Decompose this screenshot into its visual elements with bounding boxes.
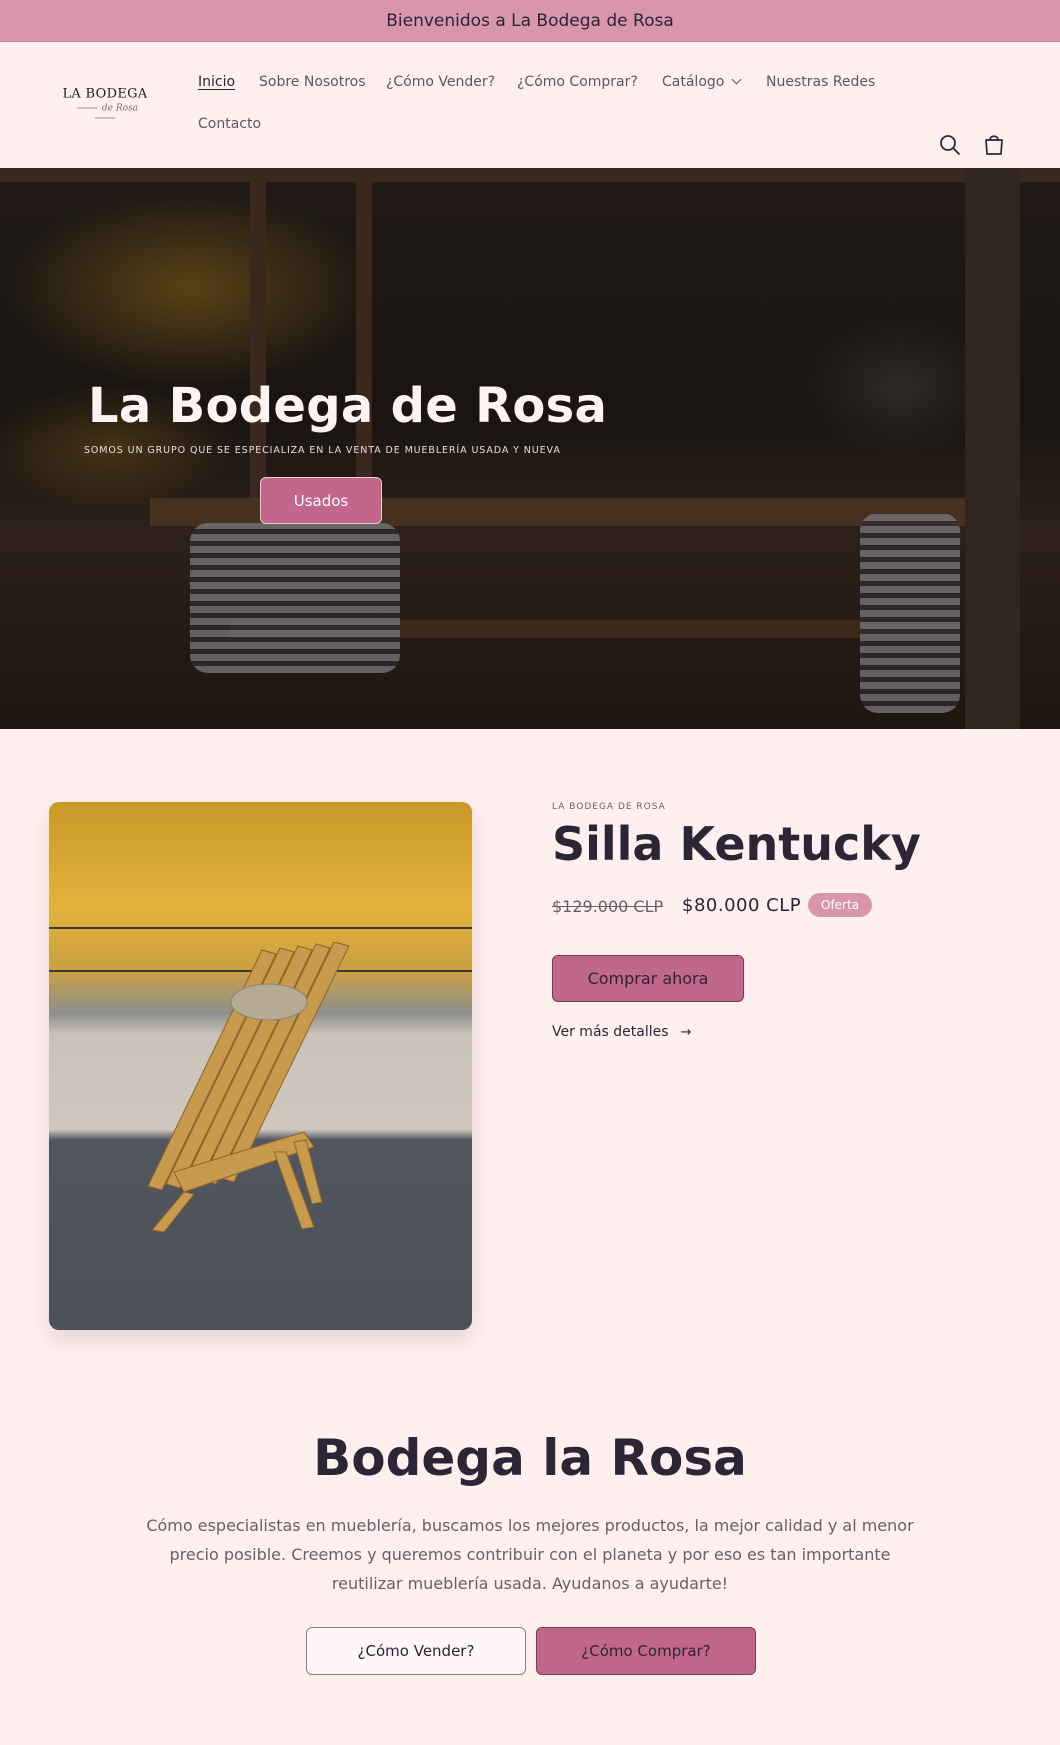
logo[interactable]: LA BODEGA de Rosa (60, 87, 150, 124)
nav-item-contacto[interactable]: Contacto (198, 116, 261, 132)
price-sale: $80.000 CLP (682, 895, 802, 916)
nav-item-nuestras-redes[interactable]: Nuestras Redes (766, 74, 875, 90)
announcement-text: Bienvenidos a La Bodega de Rosa (386, 10, 674, 31)
nav-item-catalogo-label: Catálogo (662, 74, 725, 90)
price-regular: $129.000 CLP (552, 897, 664, 916)
usados-button[interactable]: Usados (260, 477, 382, 524)
cart-icon[interactable] (978, 129, 1010, 161)
logo-line-2: de Rosa (60, 104, 150, 124)
como-comprar-button[interactable]: ¿Cómo Comprar? (536, 1627, 756, 1675)
nav-item-como-comprar[interactable]: ¿Cómo Comprar? (517, 74, 638, 90)
buy-now-button[interactable]: Comprar ahora (552, 955, 744, 1002)
announcement-bar: Bienvenidos a La Bodega de Rosa (0, 0, 1060, 42)
nav-item-como-vender[interactable]: ¿Cómo Vender? (386, 74, 495, 90)
view-details-label: Ver más detalles (552, 1024, 669, 1040)
chair-illustration (147, 942, 350, 1232)
product-vendor: LA BODEGA DE ROSA (552, 802, 666, 812)
nav-item-sobre-nosotros[interactable]: Sobre Nosotros (259, 74, 366, 90)
logo-line-1: LA BODEGA (62, 86, 148, 102)
product-title: Silla Kentucky (552, 817, 921, 871)
view-details-link[interactable]: Ver más detalles → (552, 1024, 691, 1040)
about-text: Cómo especialistas en mueblería, buscamo… (146, 1516, 914, 1593)
featured-product: LA BODEGA DE ROSA Silla Kentucky $129.00… (0, 729, 1060, 1369)
balcony-rail (49, 927, 472, 929)
sale-badge: Oferta (808, 893, 873, 917)
search-icon[interactable] (934, 129, 966, 161)
about-section: Bodega la Rosa Cómo especialistas en mue… (0, 1369, 1060, 1745)
como-vender-button[interactable]: ¿Cómo Vender? (306, 1627, 526, 1675)
hero-banner: La Bodega de Rosa SOMOS UN GRUPO QUE SE … (0, 168, 1060, 729)
site-header: LA BODEGA de Rosa Inicio Sobre Nosotros … (0, 42, 1060, 168)
arrow-right-icon: → (680, 1025, 692, 1040)
chevron-down-icon (731, 74, 742, 85)
nav-item-inicio[interactable]: Inicio (198, 74, 235, 90)
hero-subtitle: SOMOS UN GRUPO QUE SE ESPECIALIZA EN LA … (84, 445, 561, 456)
about-title: Bodega la Rosa (313, 1429, 747, 1487)
hero-title: La Bodega de Rosa (88, 378, 608, 434)
product-image[interactable] (49, 802, 472, 1330)
nav-item-catalogo[interactable]: Catálogo (662, 74, 742, 90)
